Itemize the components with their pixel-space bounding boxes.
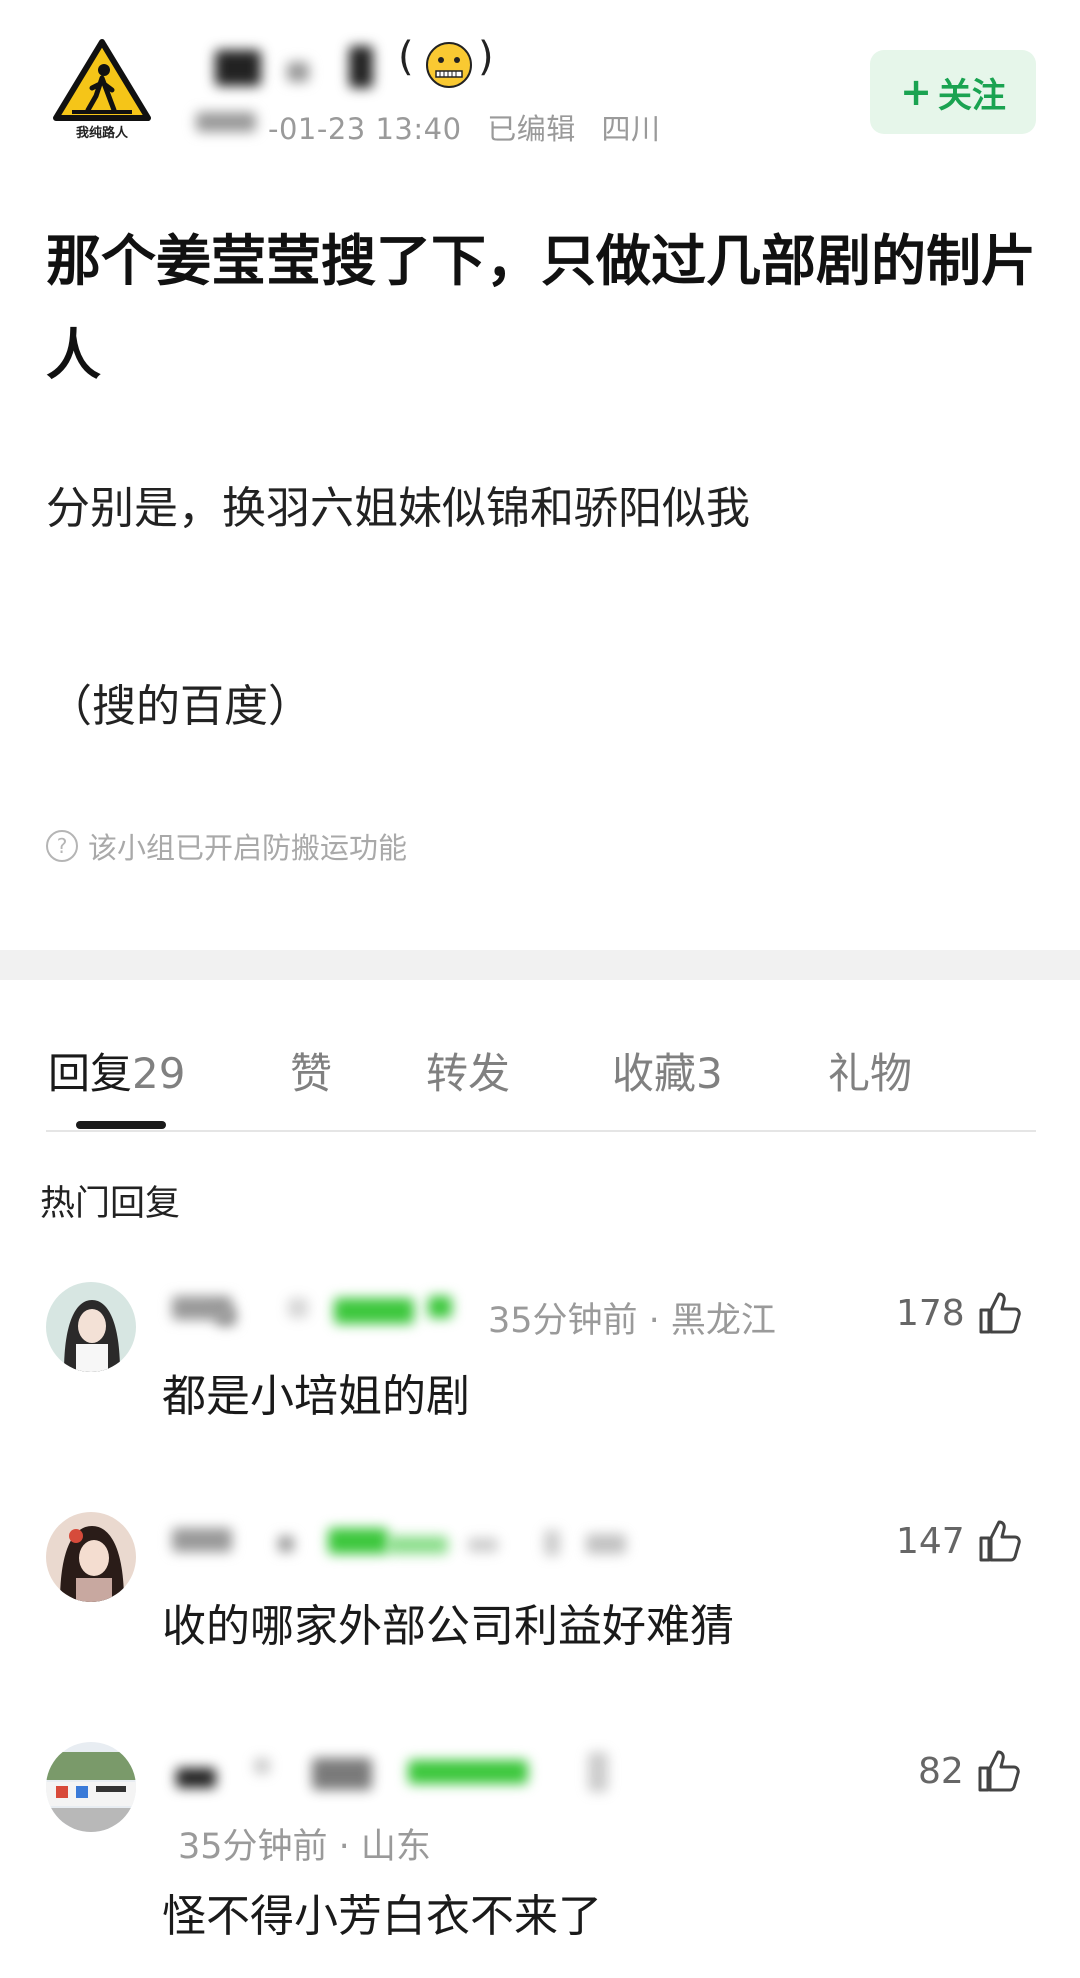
comment-like-button[interactable]: 178	[896, 1290, 1023, 1336]
thumbs-up-icon	[979, 1292, 1021, 1334]
active-tab-indicator	[76, 1121, 166, 1129]
tab-favorites[interactable]: 收藏3	[612, 1040, 723, 1101]
tab-bar: 回复29 赞 转发 收藏3 礼物	[46, 1040, 1036, 1130]
commenter-username[interactable]	[168, 1746, 648, 1796]
tab-replies-label: 回复	[48, 1049, 133, 1098]
commenter-avatar[interactable]	[46, 1512, 136, 1602]
tab-favorites-count: 3	[696, 1049, 723, 1098]
meta-year-redacted	[196, 112, 256, 132]
post-meta: -01-23 13:40 已编辑 四川	[268, 106, 677, 148]
tab-replies[interactable]: 回复29	[48, 1040, 185, 1101]
commenter-avatar[interactable]	[46, 1282, 136, 1372]
comment-like-button[interactable]: 82	[918, 1748, 1022, 1794]
author-avatar[interactable]: 我纯路人	[52, 38, 152, 146]
like-count: 178	[896, 1292, 965, 1334]
comment-text: 都是小培姐的剧	[162, 1371, 470, 1422]
like-count: 147	[896, 1520, 965, 1562]
plus-icon: +	[900, 70, 932, 114]
paren-close: )	[478, 34, 494, 80]
author-username[interactable]	[205, 40, 405, 94]
post-date: -01-23 13:40	[268, 112, 462, 146]
thumbs-up-icon	[978, 1750, 1020, 1792]
tab-likes-label: 赞	[290, 1049, 333, 1098]
tab-favorites-label: 收藏	[612, 1049, 697, 1098]
zipper-mouth-emoji-icon	[424, 40, 474, 90]
paren-open: (	[398, 34, 414, 80]
tab-replies-count: 29	[132, 1049, 186, 1098]
follow-label: 关注	[937, 75, 1006, 116]
tab-likes[interactable]: 赞	[290, 1040, 332, 1101]
commenter-username[interactable]	[168, 1286, 468, 1336]
tab-gifts[interactable]: 礼物	[828, 1040, 912, 1101]
comment-text: 怪不得小芳白衣不来了	[162, 1891, 602, 1942]
post-body-paragraph-1: 分别是，换羽六姐妹似锦和骄阳似我	[46, 483, 750, 534]
tab-bar-divider	[46, 1130, 1036, 1132]
commenter-username[interactable]	[168, 1516, 648, 1566]
comment-text: 收的哪家外部公司利益好难猜	[162, 1601, 734, 1652]
tab-gifts-label: 礼物	[828, 1049, 913, 1098]
tab-reposts-label: 转发	[426, 1049, 511, 1098]
comment-time-location: 35分钟前 · 黑龙江	[488, 1301, 776, 1341]
like-count: 82	[918, 1750, 964, 1792]
commenter-avatar[interactable]	[46, 1742, 136, 1832]
notice-text: 该小组已开启防搬运功能	[88, 831, 408, 865]
question-circle-icon: ?	[46, 830, 78, 862]
pedestrian-sign-icon	[53, 39, 151, 121]
comment-like-button[interactable]: 147	[896, 1518, 1023, 1564]
post-edited: 已编辑	[487, 112, 576, 146]
comment-time-location: 35分钟前 · 山东	[178, 1827, 431, 1867]
post-body-paragraph-2: （搜的百度）	[48, 681, 312, 732]
post-location: 四川	[601, 112, 661, 146]
thumbs-up-icon	[979, 1520, 1021, 1562]
post-title: 那个姜莹莹搜了下，只做过几部剧的制片人	[46, 229, 1037, 387]
avatar-caption: 我纯路人	[75, 126, 128, 141]
section-divider	[0, 950, 1080, 980]
hot-replies-heading: 热门回复	[40, 1184, 181, 1224]
anti-repost-notice: ? 该小组已开启防搬运功能	[46, 825, 407, 867]
tab-reposts[interactable]: 转发	[426, 1040, 510, 1101]
follow-button[interactable]: + 关注	[870, 50, 1036, 134]
